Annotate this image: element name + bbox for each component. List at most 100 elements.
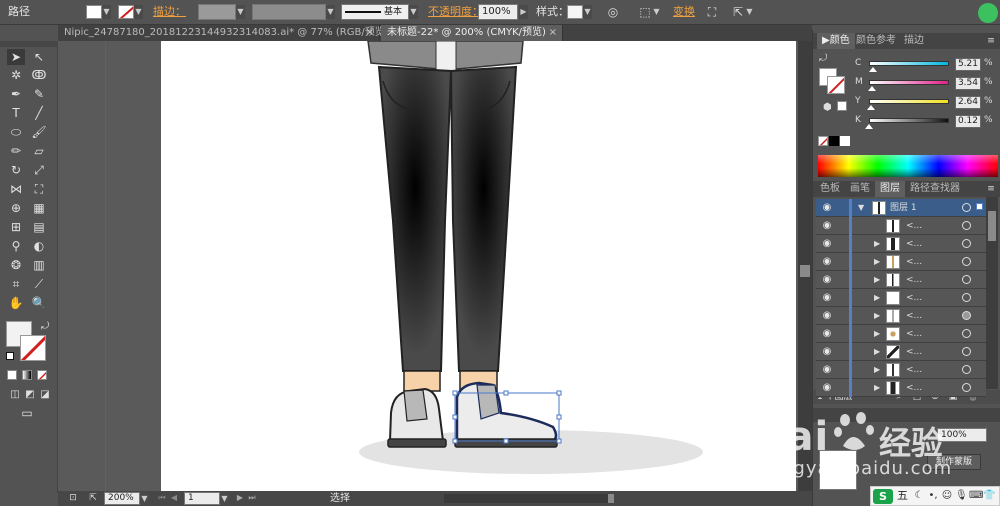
graphic-style-swatch[interactable] — [567, 5, 583, 19]
channel-slider-track[interactable] — [869, 80, 949, 85]
layer-row[interactable]: ◉ ▶ <... — [816, 379, 986, 397]
ime-logo-icon[interactable]: S — [873, 489, 893, 504]
punctuation-icon[interactable]: •, — [927, 489, 939, 503]
make-mask-button[interactable]: 制作蒙版 — [927, 454, 981, 470]
fill-swatch[interactable] — [86, 5, 102, 19]
expand-triangle-icon[interactable]: ▶ — [874, 345, 880, 359]
magic-wand-tool-icon[interactable]: ✲ — [7, 67, 25, 83]
keyboard-icon[interactable]: ⌨ — [969, 489, 983, 503]
artboard[interactable] — [161, 41, 796, 491]
layer-row[interactable]: ◉ ▶ <... — [816, 289, 986, 307]
stroke-label[interactable]: 描边： — [153, 5, 186, 19]
align-dropdown-icon[interactable]: ▼ — [652, 5, 661, 19]
layer-row[interactable]: ◉ ▶ <... — [816, 361, 986, 379]
stroke-weight-dropdown-icon[interactable]: ▼ — [236, 5, 245, 19]
selection-handle[interactable] — [503, 438, 509, 444]
eye-icon[interactable]: ◉ — [820, 237, 834, 251]
tab-swatches[interactable]: 色板 — [815, 181, 845, 197]
selection-handle[interactable] — [556, 438, 562, 444]
shirt-icon[interactable]: 👕 — [983, 489, 995, 503]
isolate-icon[interactable]: ⛶ — [704, 5, 720, 19]
artwork-illustration[interactable] — [161, 41, 796, 491]
mesh-tool-icon[interactable]: ⊞ — [7, 219, 25, 235]
selection-handle[interactable] — [503, 390, 509, 396]
symbol-sprayer-tool-icon[interactable]: ❂ — [7, 257, 25, 273]
right-trouser-leg[interactable] — [449, 65, 518, 372]
eye-icon[interactable]: ◉ — [820, 291, 834, 305]
layers-scrollbar[interactable] — [986, 197, 998, 389]
eye-icon[interactable]: ◉ — [820, 255, 834, 269]
channel-slider-knob[interactable] — [865, 124, 874, 129]
none-mode-icon[interactable] — [37, 370, 47, 380]
selection-handle[interactable] — [556, 414, 562, 420]
align-icon[interactable]: ⬚ — [637, 5, 653, 19]
close-icon[interactable]: × — [549, 25, 557, 40]
expand-triangle-icon[interactable]: ▶ — [874, 381, 880, 395]
channel-value-field[interactable]: 5.21 — [955, 58, 981, 71]
selection-handle[interactable] — [452, 414, 458, 420]
eye-icon[interactable]: ◉ — [820, 381, 834, 395]
tab-pathfinder[interactable]: 路径查找器 — [905, 181, 965, 197]
variable-width-dropdown-icon[interactable]: ▼ — [326, 5, 335, 19]
channel-slider-track[interactable] — [869, 61, 949, 66]
scrollbar-thumb[interactable] — [988, 211, 996, 241]
gradient-tool-icon[interactable]: ▤ — [30, 219, 48, 235]
panel-stroke-box[interactable] — [827, 76, 845, 94]
shape-builder-tool-icon[interactable]: ⊕ — [7, 200, 25, 216]
line-tool-icon[interactable]: ╱ — [30, 105, 48, 121]
width-tool-icon[interactable]: ⋈ — [7, 181, 25, 197]
microphone-icon[interactable]: 🎙 — [955, 489, 968, 503]
target-icon[interactable] — [962, 383, 971, 392]
horizontal-scrollbar[interactable] — [444, 494, 614, 503]
target-icon[interactable] — [962, 347, 971, 356]
target-icon[interactable] — [962, 275, 971, 284]
hand-tool-icon[interactable]: ✋ — [7, 295, 25, 311]
selection-tool-icon[interactable]: ➤ — [7, 49, 25, 65]
layer-row[interactable]: ◉ ▶ <... — [816, 271, 986, 289]
swap-fill-stroke-icon[interactable]: ⤾ — [819, 53, 831, 65]
column-graph-tool-icon[interactable]: ▥ — [30, 257, 48, 273]
direct-selection-tool-icon[interactable]: ↖ — [30, 49, 48, 65]
tab-layers[interactable]: 图层 — [875, 181, 905, 197]
target-icon[interactable] — [962, 311, 971, 320]
ellipse-tool-icon[interactable]: ⬭ — [7, 124, 25, 140]
opacity-field[interactable]: 100% — [478, 4, 518, 20]
artboard-tool-icon[interactable]: ⌗ — [7, 276, 25, 292]
tab-brushes[interactable]: 画笔 — [845, 181, 875, 197]
expand-triangle-icon[interactable]: ▶ — [874, 309, 880, 323]
panel-menu-icon[interactable]: ≡ — [985, 182, 997, 196]
variable-width-field[interactable] — [252, 4, 326, 20]
none-swatch[interactable] — [818, 136, 828, 146]
options-icon[interactable]: ⇱ — [730, 5, 746, 19]
options-dropdown-icon[interactable]: ▼ — [745, 5, 754, 19]
scrollbar-thumb[interactable] — [800, 265, 810, 277]
selection-handle[interactable] — [556, 390, 562, 396]
blend-tool-icon[interactable]: ◐ — [30, 238, 48, 254]
layer-row[interactable]: ◉ <... — [816, 217, 986, 235]
layer-row[interactable]: ◉ ▶ <... — [816, 307, 986, 325]
artboard-navigator-icon[interactable]: ⊡ — [66, 491, 80, 505]
draw-inside-icon[interactable]: ◪ — [36, 387, 54, 403]
previous-page-icon[interactable]: ◀ — [168, 491, 180, 505]
expand-triangle-icon[interactable]: ▼ — [858, 201, 864, 215]
channel-value-field[interactable]: 3.54 — [955, 77, 981, 90]
graphic-style-dropdown-icon[interactable]: ▼ — [583, 5, 592, 19]
pencil-tool-icon[interactable]: ✏ — [7, 143, 25, 159]
zoom-field[interactable]: 200% — [104, 492, 140, 505]
brush-dropdown-icon[interactable]: ▼ — [409, 5, 418, 19]
color-mode-icon[interactable] — [7, 370, 17, 380]
expand-triangle-icon[interactable]: ▶ — [874, 327, 880, 341]
ime-mode-label[interactable]: 五 — [897, 489, 908, 503]
target-icon[interactable] — [962, 365, 971, 374]
eye-icon[interactable]: ◉ — [820, 309, 834, 323]
opacity-dropdown-icon[interactable]: ▶ — [519, 5, 528, 19]
expand-triangle-icon[interactable]: ▶ — [874, 237, 880, 251]
eye-icon[interactable]: ◉ — [820, 345, 834, 359]
fill-dropdown-icon[interactable]: ▼ — [102, 5, 111, 19]
left-trouser-leg[interactable] — [377, 65, 453, 372]
eye-icon[interactable]: ◉ — [820, 219, 834, 233]
selection-handle[interactable] — [452, 438, 458, 444]
layer-row[interactable]: ◉ ▶ <... — [816, 343, 986, 361]
stroke-swatch[interactable] — [118, 5, 134, 19]
share-icon[interactable]: ⇱ — [86, 491, 100, 505]
